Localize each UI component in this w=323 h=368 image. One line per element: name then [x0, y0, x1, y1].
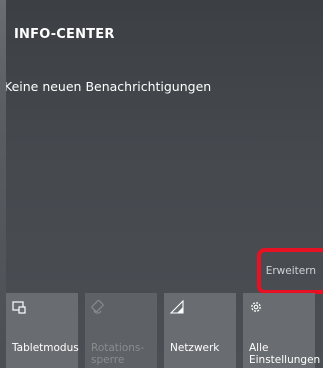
no-notifications-message: Keine neuen Benachrichtigungen [6, 79, 212, 94]
quick-action-label: Netzwerk [170, 342, 220, 354]
settings-gear-icon [251, 302, 261, 312]
quick-action-label: Rotations- sperre [91, 342, 145, 366]
expand-link[interactable]: Erweitern [266, 265, 316, 277]
quick-actions-bar: Tabletmodus Rotations- sperre Netzwerk A… [6, 293, 323, 368]
quick-action-rotation-lock[interactable]: Rotations- sperre [85, 293, 157, 368]
tablet-mode-icon [12, 301, 26, 314]
quick-action-tablet-mode[interactable]: Tabletmodus [6, 293, 79, 368]
panel-title: INFO-CENTER [14, 27, 115, 42]
quick-action-label: Tabletmodus [12, 342, 79, 354]
quick-action-network[interactable]: Netzwerk [164, 293, 236, 368]
quick-action-all-settings[interactable]: Alle Einstellungen [243, 293, 320, 368]
rotation-lock-icon [91, 300, 104, 314]
network-icon [170, 300, 184, 314]
quick-action-label: Alle Einstellungen [249, 342, 321, 366]
